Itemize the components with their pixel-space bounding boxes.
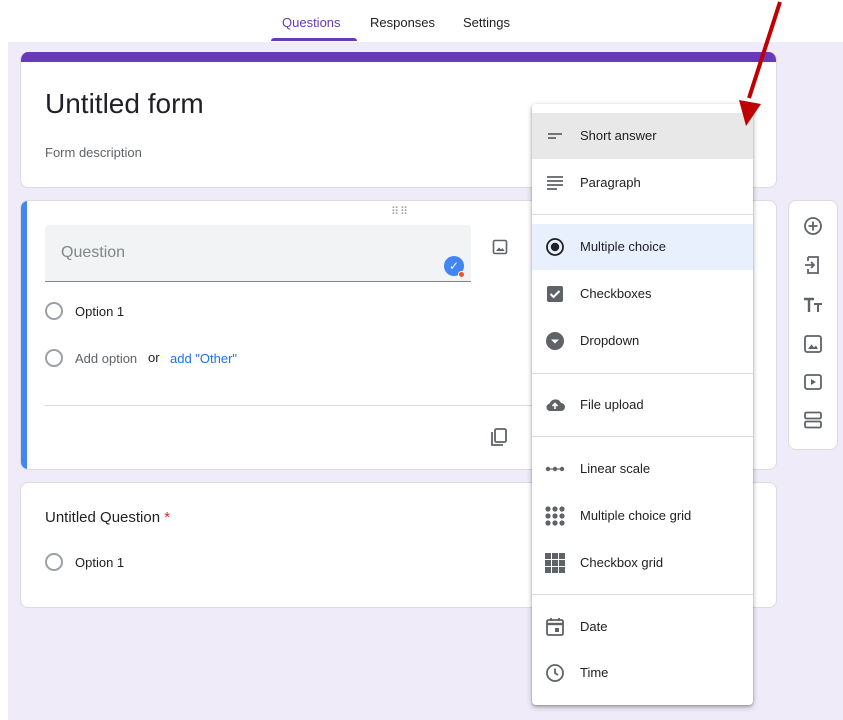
header-color-band — [21, 52, 776, 62]
add-option-radio — [45, 349, 63, 367]
menu-item-date[interactable]: Date — [532, 604, 753, 650]
checkbox-grid-icon — [545, 553, 565, 573]
question-title-input[interactable]: Question ✓ — [45, 225, 471, 282]
tab-questions[interactable]: Questions — [282, 15, 341, 30]
menu-item-dropdown[interactable]: Dropdown — [532, 318, 753, 364]
menu-item-multiple-choice[interactable]: Multiple choice — [532, 224, 753, 270]
short-answer-icon — [548, 133, 562, 139]
menu-item-label: Dropdown — [580, 333, 640, 348]
checkbox-icon — [547, 286, 563, 302]
menu-divider — [532, 214, 753, 215]
menu-item-label: Linear scale — [580, 461, 651, 476]
or-text: or — [148, 350, 160, 365]
add-title-icon[interactable] — [802, 294, 824, 316]
calendar-icon — [546, 618, 564, 636]
clock-icon — [546, 664, 564, 682]
tab-responses[interactable]: Responses — [370, 15, 435, 30]
menu-item-label: Paragraph — [580, 175, 641, 190]
menu-item-file-upload[interactable]: File upload — [532, 382, 753, 428]
dot-grid-icon — [545, 506, 565, 526]
menu-item-label: File upload — [580, 397, 644, 412]
menu-item-label: Checkboxes — [580, 286, 652, 301]
required-mark: * — [164, 509, 171, 526]
cloud-upload-icon — [546, 399, 565, 411]
menu-item-checkbox-grid[interactable]: Checkbox grid — [532, 540, 753, 586]
menu-item-checkboxes[interactable]: Checkboxes — [532, 271, 753, 317]
dropdown-icon — [546, 332, 564, 350]
menu-item-paragraph[interactable]: Paragraph — [532, 160, 753, 206]
add-other-link[interactable]: add "Other" — [170, 351, 237, 366]
question-title-text: Untitled Question — [45, 509, 161, 526]
menu-divider — [532, 436, 753, 437]
form-title[interactable]: Untitled form — [45, 88, 204, 120]
option-label: Option 1 — [75, 555, 125, 570]
option-label[interactable]: Option 1 — [75, 304, 124, 319]
add-video-icon[interactable] — [802, 371, 824, 393]
import-questions-icon[interactable] — [802, 254, 824, 276]
active-indicator-bar — [21, 201, 27, 469]
option-radio[interactable] — [45, 302, 63, 320]
add-image-icon[interactable] — [492, 239, 508, 255]
form-description[interactable]: Form description — [45, 145, 142, 160]
menu-item-label: Multiple choice grid — [580, 508, 692, 523]
question-title: Untitled Question * — [45, 509, 170, 526]
menu-divider — [532, 594, 753, 595]
menu-item-label: Date — [580, 619, 608, 634]
drag-handle-icon[interactable]: ⠿⠿ — [391, 205, 409, 218]
menu-item-label: Multiple choice — [580, 239, 666, 254]
menu-item-short-answer[interactable]: Short answer — [532, 113, 753, 159]
menu-item-linear-scale[interactable]: Linear scale — [532, 446, 753, 492]
floating-toolbar — [788, 200, 838, 450]
question-placeholder: Question — [61, 244, 126, 261]
duplicate-icon[interactable] — [488, 426, 510, 448]
radio-checked-icon — [546, 238, 564, 256]
menu-item-time[interactable]: Time — [532, 650, 753, 696]
tab-settings[interactable]: Settings — [463, 15, 510, 30]
linear-scale-icon — [545, 466, 565, 472]
status-dot-icon — [458, 271, 465, 278]
active-tab-indicator — [271, 38, 357, 41]
menu-divider — [532, 373, 753, 374]
add-section-icon[interactable] — [802, 409, 824, 431]
tab-bar: Questions Responses Settings — [0, 0, 843, 42]
paragraph-icon — [547, 176, 563, 190]
add-image-icon[interactable] — [802, 333, 824, 355]
add-option-link[interactable]: Add option — [75, 351, 137, 366]
add-question-icon[interactable] — [802, 215, 824, 237]
menu-item-label: Time — [580, 665, 609, 680]
menu-item-multiple-choice-grid[interactable]: Multiple choice grid — [532, 493, 753, 539]
menu-item-label: Checkbox grid — [580, 555, 664, 570]
top-bar: Questions Responses Settings — [0, 0, 843, 42]
menu-item-label: Short answer — [580, 128, 657, 143]
card-divider — [45, 405, 565, 406]
option-radio — [45, 553, 63, 571]
question-type-menu: Short answer Paragraph Multiple choice C… — [532, 104, 753, 705]
